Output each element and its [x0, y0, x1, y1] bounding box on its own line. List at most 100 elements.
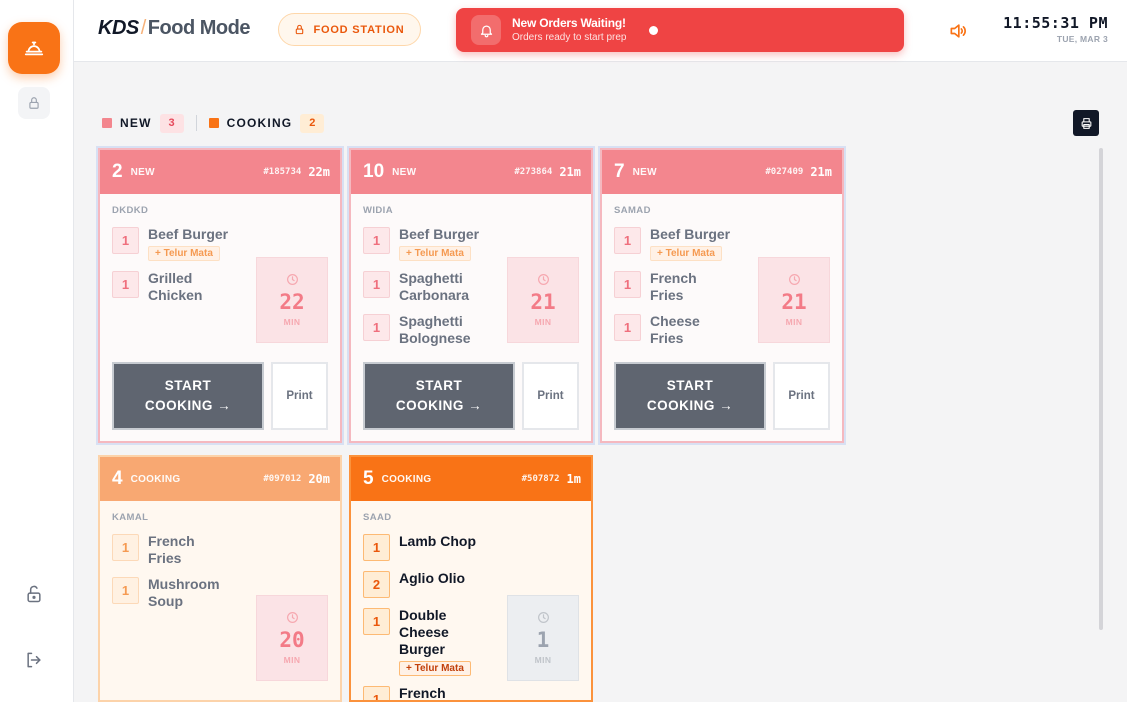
item-name: French Fries: [148, 533, 195, 566]
item-modifier: + Telur Mata: [148, 246, 220, 261]
start-cooking-button[interactable]: START COOKING →: [363, 362, 515, 430]
print-order-button[interactable]: Print: [773, 362, 830, 430]
print-all-button[interactable]: [1073, 110, 1099, 136]
clock-icon: [286, 274, 298, 285]
order-item: 1 Cheese Fries: [614, 313, 750, 347]
new-swatch: [102, 118, 112, 128]
print-order-button[interactable]: Print: [271, 362, 328, 430]
order-card: 4 COOKING #097012 20m KAMAL 1 French Fri…: [98, 455, 342, 702]
elapsed-timer: 1 MIN: [507, 595, 579, 681]
start-label-line2: COOKING →: [646, 398, 734, 413]
order-card-body: SAAD 1 Lamb Chop 2 Aglio Olio 1 Double C…: [351, 512, 591, 700]
order-id: #185734: [263, 167, 302, 177]
order-actions: START COOKING → Print: [614, 362, 832, 430]
item-qty: 1: [363, 686, 390, 700]
order-age: 21m: [810, 165, 832, 179]
unlock-button[interactable]: [20, 580, 48, 608]
unlock-icon: [27, 585, 41, 603]
order-status: NEW: [392, 166, 417, 178]
order-status: NEW: [130, 166, 155, 178]
logout-button[interactable]: [20, 646, 48, 674]
customer-name: KAMAL: [112, 512, 149, 523]
food-station-button[interactable]: FOOD STATION: [278, 13, 421, 46]
timer-unit: MIN: [534, 655, 552, 665]
order-card: 7 NEW #027409 21m SAMAD 1 Beef Burger + …: [600, 148, 844, 443]
item-name: Beef Burger: [399, 226, 480, 242]
item-qty: 1: [112, 271, 139, 298]
start-cooking-button[interactable]: START COOKING →: [112, 362, 264, 430]
timer-value: 1: [536, 628, 550, 652]
order-item: 1 French Fries: [112, 533, 248, 567]
item-name: Spaghetti Bolognese: [399, 313, 471, 346]
lock-icon: [296, 24, 304, 35]
brand-title: KDS / Food Mode: [98, 17, 250, 40]
sound-toggle-button[interactable]: [946, 19, 970, 43]
item-modifier: + Telur Mata: [650, 246, 722, 261]
order-status: COOKING: [381, 473, 432, 485]
order-item: 1 French Fries: [614, 270, 750, 304]
clock-date: TUE, MAR 3: [1056, 34, 1108, 44]
speaker-icon: [950, 24, 966, 38]
customer-name: DKDKD: [112, 205, 149, 216]
item-modifier: + Telur Mata: [399, 246, 471, 261]
table-number: 10: [363, 161, 385, 182]
order-item: 1 Beef Burger + Telur Mata: [112, 226, 248, 261]
order-status: COOKING: [130, 473, 181, 485]
legend-divider: [195, 115, 197, 131]
lock-icon: [29, 97, 39, 109]
timer-unit: MIN: [283, 655, 301, 665]
item-qty: 1: [363, 314, 390, 341]
start-label-line2: COOKING →: [144, 398, 232, 413]
printer-icon: [1081, 117, 1091, 129]
cooking-swatch: [208, 118, 219, 128]
top-header: KDS / Food Mode FOOD STATION New Orders Wa…: [74, 0, 1127, 62]
clock-icon: [286, 612, 298, 623]
print-order-button[interactable]: Print: [522, 362, 579, 430]
food-station-label: FOOD STATION: [313, 23, 405, 36]
item-qty: 1: [363, 534, 390, 561]
item-qty: 1: [614, 314, 641, 341]
timer-value: 21: [781, 290, 807, 314]
order-age: 20m: [308, 472, 330, 486]
start-label-line1: START: [666, 378, 714, 393]
item-qty: 1: [363, 608, 390, 635]
start-label-line2: COOKING →: [395, 398, 483, 413]
customer-name: WIDIA: [363, 205, 393, 216]
brand-mode: Food Mode: [147, 17, 251, 39]
new-orders-alert[interactable]: New Orders Waiting! Orders ready to star…: [456, 8, 904, 52]
legend-new-count: 3: [159, 113, 184, 133]
order-items: 1 Beef Burger + Telur Mata 1 French Frie…: [614, 226, 750, 347]
lock-button[interactable]: [18, 87, 50, 119]
order-card-header: 5 COOKING #507872 1m: [351, 457, 591, 501]
order-item: 1 Spaghetti Carbonara: [363, 270, 499, 304]
item-name: Aglio Olio: [399, 570, 466, 586]
order-card-body: SAMAD 1 Beef Burger + Telur Mata 1 Frenc…: [602, 205, 842, 347]
elapsed-timer: 21 MIN: [507, 257, 579, 343]
item-qty: 1: [112, 227, 139, 254]
order-card-header: 10 NEW #273864 21m: [351, 150, 591, 194]
cloche-logo-button[interactable]: [8, 22, 60, 74]
order-age: 22m: [308, 165, 330, 179]
sidebar: [0, 0, 74, 702]
order-actions: START COOKING → Print: [112, 362, 330, 430]
clock-icon: [788, 274, 800, 285]
order-items: 1 Beef Burger + Telur Mata 1 Grilled Chi…: [112, 226, 248, 304]
orders-scrollbar[interactable]: [1099, 148, 1103, 630]
order-card-header: 2 NEW #185734 22m: [100, 150, 340, 194]
order-item: 1 Grilled Chicken: [112, 270, 248, 304]
table-number: 5: [363, 468, 374, 489]
legend-cooking-count: 2: [300, 113, 325, 133]
order-card-body: DKDKD 1 Beef Burger + Telur Mata 1 Grill…: [100, 205, 340, 343]
order-item: 1 Mushroom Soup: [112, 576, 248, 610]
start-label-line1: START: [415, 378, 463, 393]
status-legend: NEW 3 COOKING 2: [102, 113, 325, 133]
order-card-body: WIDIA 1 Beef Burger + Telur Mata 1 Spagh…: [351, 205, 591, 347]
order-item: 2 Aglio Olio: [363, 570, 499, 598]
timer-value: 20: [279, 628, 305, 652]
order-items: 1 Beef Burger + Telur Mata 1 Spaghetti C…: [363, 226, 499, 347]
item-name: Double Cheese Burger: [399, 607, 449, 657]
order-item: 1 Lamb Chop: [363, 533, 499, 561]
start-cooking-button[interactable]: START COOKING →: [614, 362, 766, 430]
item-name: French Fries: [650, 270, 697, 303]
logout-icon: [27, 652, 41, 668]
